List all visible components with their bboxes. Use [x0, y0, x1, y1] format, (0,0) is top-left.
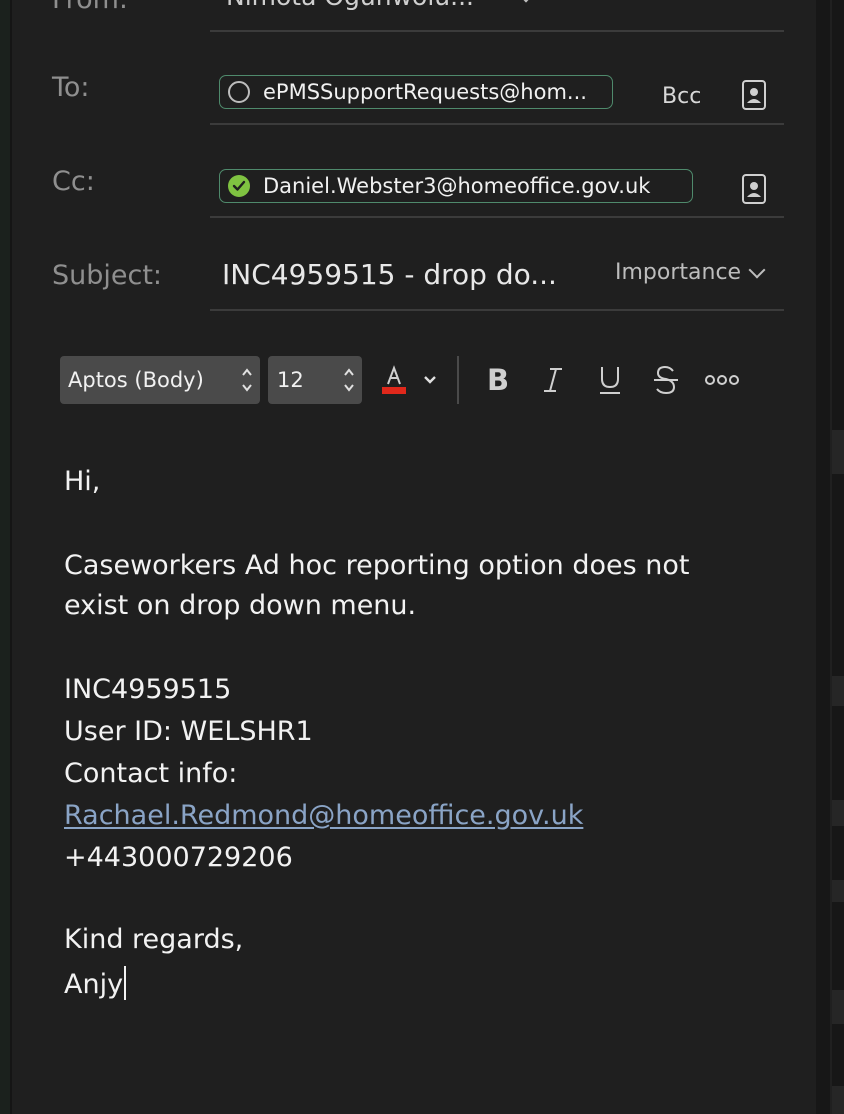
font-family-value: Aptos (Body) — [68, 368, 204, 392]
underline-icon[interactable] — [596, 364, 624, 396]
subject-input[interactable]: INC4959515 - drop do... — [222, 258, 557, 291]
body-line-1: Caseworkers Ad hoc reporting option does… — [64, 550, 690, 581]
font-size-stepper-icon — [344, 368, 354, 392]
toolbar-divider — [457, 356, 459, 404]
more-options-icon[interactable] — [704, 364, 740, 396]
cc-address-book-icon[interactable] — [742, 174, 766, 204]
cc-recipient-address: Daniel.Webster3@homeoffice.gov.uk — [263, 174, 651, 198]
to-label: To: — [52, 72, 90, 103]
body-user-id: User ID: WELSHR1 — [64, 716, 313, 747]
body-line-2: exist on drop down menu. — [64, 590, 417, 621]
brightness-icon[interactable] — [608, 0, 638, 12]
to-separator — [210, 123, 784, 125]
bold-button[interactable]: B — [484, 363, 512, 397]
body-contact-label: Contact info: — [64, 758, 238, 789]
font-family-select[interactable]: Aptos (Body) — [60, 356, 260, 404]
from-account-selector[interactable]: Nimota Ogunwolu... — [226, 0, 474, 11]
cc-recipient-pill[interactable]: Daniel.Webster3@homeoffice.gov.uk — [219, 169, 693, 203]
subject-separator — [210, 309, 784, 311]
contact-email-link[interactable]: Rachael.Redmond@homeoffice.gov.uk — [64, 800, 583, 831]
importance-label: Importance — [615, 260, 742, 285]
left-window-edge — [0, 0, 12, 1114]
font-family-stepper-icon — [242, 368, 252, 392]
to-recipient-address: ePMSSupportRequests@hom... — [263, 80, 587, 104]
text-cursor — [124, 966, 127, 1000]
bcc-button[interactable]: Bcc — [662, 84, 701, 109]
body-name: Anjy — [64, 969, 124, 1000]
close-icon[interactable] — [674, 0, 704, 12]
font-size-value: 12 — [277, 368, 304, 392]
font-size-select[interactable]: 12 — [268, 356, 362, 404]
body-greeting: Hi, — [64, 466, 101, 497]
resolved-check-icon — [228, 175, 250, 197]
font-color-icon[interactable] — [380, 364, 410, 396]
font-color-swatch — [382, 387, 406, 394]
importance-chevron-down-icon — [748, 261, 766, 278]
italic-icon — [544, 368, 562, 392]
subject-label: Subject: — [52, 260, 163, 291]
unresolved-status-icon — [228, 81, 250, 103]
popout-icon[interactable] — [738, 0, 768, 12]
cc-label: Cc: — [52, 166, 95, 197]
body-incident: INC4959515 — [64, 674, 232, 705]
cc-separator — [210, 216, 784, 218]
italic-button[interactable] — [540, 364, 568, 396]
from-chevron-down-icon[interactable] — [517, 0, 535, 3]
body-name-line[interactable]: Anjy — [64, 966, 127, 1000]
right-window-edge — [816, 0, 844, 1114]
to-recipient-pill[interactable]: ePMSSupportRequests@hom... — [219, 75, 613, 109]
to-address-book-icon[interactable] — [742, 80, 766, 110]
strikethrough-icon[interactable] — [652, 364, 680, 396]
from-separator — [210, 30, 784, 32]
font-color-chevron-down-icon[interactable] — [422, 364, 438, 396]
importance-dropdown[interactable]: Importance — [615, 260, 766, 285]
body-phone: +443000729206 — [64, 842, 293, 873]
body-signoff: Kind regards, — [64, 924, 244, 955]
from-label: From: — [52, 0, 128, 15]
